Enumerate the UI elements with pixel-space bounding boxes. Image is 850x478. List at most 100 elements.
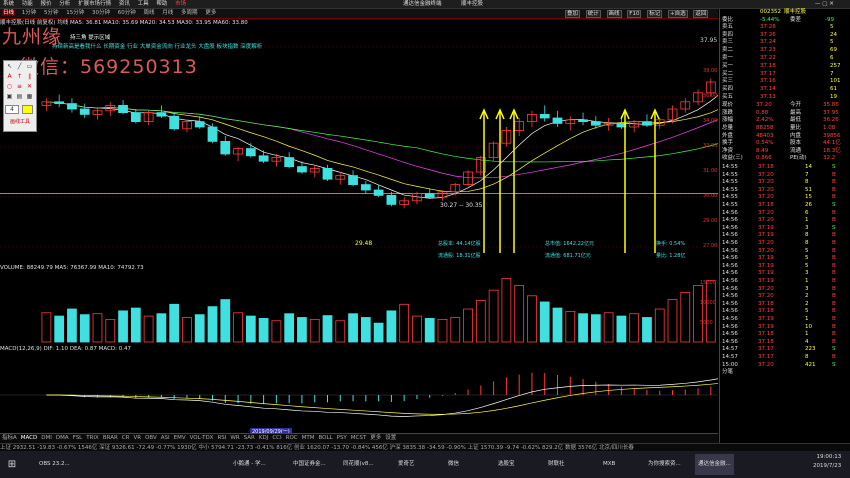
channel-tool-icon[interactable]: ∥ (25, 73, 34, 80)
mark-button[interactable]: 标记 (647, 10, 663, 18)
window-controls[interactable]: — ▢ ✕ (815, 0, 834, 8)
price-axis-label: 36.00 (703, 93, 717, 99)
tab-30min[interactable]: 30分钟 (91, 10, 111, 16)
menu-info[interactable]: 资讯 (119, 1, 130, 7)
candle-body (220, 141, 231, 155)
rect-tool-icon[interactable]: ▭ (25, 63, 34, 70)
task-xiaoetong[interactable]: 小鹅通 - 学... (230, 454, 269, 475)
indicator-tab-roc[interactable]: ROC (286, 435, 298, 441)
overlay-button[interactable]: 叠加 (565, 10, 581, 18)
add-watchlist-button[interactable]: +自选 (667, 10, 688, 18)
indicator-tab-macd[interactable]: MACD (21, 435, 38, 441)
stats-button[interactable]: 统计 (585, 10, 601, 18)
task-securities[interactable]: 中国证券金... (290, 454, 329, 475)
save-tool-icon[interactable]: ▣ (5, 93, 14, 100)
quote-cell: 1.08 (823, 125, 836, 131)
quote-cell: 37.19 (758, 224, 774, 231)
tab-5min[interactable]: 5分钟 (43, 10, 60, 16)
width-select[interactable]: 4 (5, 105, 19, 114)
indicator-tab-emv[interactable]: EMV (174, 435, 186, 441)
fib-tool-icon[interactable]: ≡ (15, 83, 24, 90)
quote-cell: 现价 (722, 102, 734, 109)
tab-monthly[interactable]: 月线 (161, 10, 174, 16)
indicator-tab-设置[interactable]: 设置 (385, 435, 396, 441)
tab-weekly[interactable]: 周线 (143, 10, 156, 16)
indicator-tab-mcst[interactable]: MCST (351, 435, 366, 441)
indicator-tab-cr[interactable]: CR (122, 435, 130, 441)
task-wechat[interactable]: 微信 (445, 454, 462, 475)
macd-chart[interactable] (0, 353, 718, 433)
indicator-tab-asi[interactable]: ASI (161, 435, 170, 441)
indicator-tab-wr[interactable]: WR (230, 435, 239, 441)
tab-60min[interactable]: 60分钟 (117, 10, 137, 16)
menu-system[interactable]: 系统 (3, 1, 14, 7)
tab-multi[interactable]: 多周期 (180, 10, 199, 16)
volume-chart[interactable]: 15000 10000 5000 (0, 272, 718, 344)
volume-bar (105, 318, 116, 343)
menu-help[interactable]: 帮助 (156, 1, 167, 7)
quote-cell: 69 (830, 47, 837, 53)
menu-quote[interactable]: 报价 (41, 1, 52, 7)
task-search[interactable]: 为你搜索资... (645, 454, 684, 475)
circle-tool-icon[interactable]: ○ (5, 83, 14, 90)
erase-tool-icon[interactable]: ✕ (25, 83, 34, 90)
indicator-tab-指标a[interactable]: 指标A (2, 435, 17, 441)
indicator-tab-obv[interactable]: OBV (145, 435, 157, 441)
indicator-tab-kdj[interactable]: KDJ (259, 435, 268, 441)
indicator-tab-rsi[interactable]: RSI (217, 435, 226, 441)
color-picker[interactable] (22, 105, 33, 114)
task-tonghuashun[interactable]: 同花顺(v8... (340, 454, 377, 475)
indicator-tab-dmi[interactable]: DMI (41, 435, 52, 441)
quote-cell: 14:55 (722, 194, 738, 201)
cursor-icon[interactable]: ↖ (5, 63, 14, 70)
menu-extended[interactable]: 扩展市场行情 (78, 1, 111, 7)
menu-function[interactable]: 功能 (22, 1, 33, 7)
quote-cell: -99 (825, 16, 834, 23)
delete-tool-icon[interactable]: ▦ (25, 93, 34, 100)
indicator-tab-更多[interactable]: 更多 (370, 435, 381, 441)
clock-time: 19:00:13 (816, 454, 842, 460)
menu-tools[interactable]: 工具 (138, 1, 149, 7)
task-tdx[interactable]: 通达信金融... (695, 454, 734, 475)
start-icon[interactable]: ⊞ (2, 454, 22, 475)
indicator-tab-vr[interactable]: VR (133, 435, 141, 441)
quote-cell: 35.86 (823, 102, 839, 109)
indicator-tab-psy[interactable]: PSY (337, 435, 347, 441)
quote-cell: 卖二 (722, 47, 734, 53)
tab-15min[interactable]: 15分钟 (65, 10, 85, 16)
task-mxb[interactable]: MXB (600, 454, 618, 475)
f10-button[interactable]: F10 (627, 10, 642, 18)
indicator-tab-fsl[interactable]: FSL (73, 435, 83, 441)
volume-bar (527, 295, 537, 343)
text-tool-icon[interactable]: A (5, 73, 14, 80)
task-iqiyi[interactable]: 爱奇艺 (395, 454, 418, 475)
menu-market[interactable]: 市场 (175, 1, 186, 7)
line-tool-icon[interactable]: ╱ (15, 63, 24, 70)
task-xuangubao[interactable]: 选股宝 (495, 454, 518, 475)
quote-cell: 26 (805, 202, 812, 208)
back-button[interactable]: 返回 (693, 10, 709, 18)
quote-cell: 37.19 (758, 255, 774, 262)
indicator-tab-vol-tdx[interactable]: VOL-TDX (190, 435, 214, 441)
volume-bar (590, 314, 601, 343)
tab-1min[interactable]: 1分钟 (21, 10, 38, 16)
quote-cell: 0.54% (756, 140, 774, 147)
tab-more[interactable]: 更多 (204, 10, 217, 16)
indicator-tab-mtm[interactable]: MTM (302, 435, 315, 441)
tick-row: 14:56 37.18 4 B (720, 339, 850, 347)
indicator-tab-trix[interactable]: TRIX (86, 435, 99, 441)
lock-tool-icon[interactable]: ▤ (15, 93, 24, 100)
indicator-tab-brar[interactable]: BRAR (103, 435, 118, 441)
indicator-tab-boll[interactable]: BOLL (318, 435, 332, 441)
menu-analysis[interactable]: 分析 (59, 1, 70, 7)
indicator-tab-dma[interactable]: DMA (56, 435, 69, 441)
indicator-tab-sar[interactable]: SAR (244, 435, 255, 441)
draw-button[interactable]: 画线 (606, 10, 622, 18)
task-obs[interactable]: OBS 23.2... (36, 454, 73, 475)
arrow-tool-icon[interactable]: ↑ (15, 73, 24, 80)
tab-daily[interactable]: 日线 (2, 10, 16, 16)
quote-cell: B (832, 262, 836, 269)
indicator-tab-cci[interactable]: CCI (272, 435, 281, 441)
quote-cell: 14:56 (722, 285, 738, 292)
task-cailianshe[interactable]: 财联社 (545, 454, 568, 475)
